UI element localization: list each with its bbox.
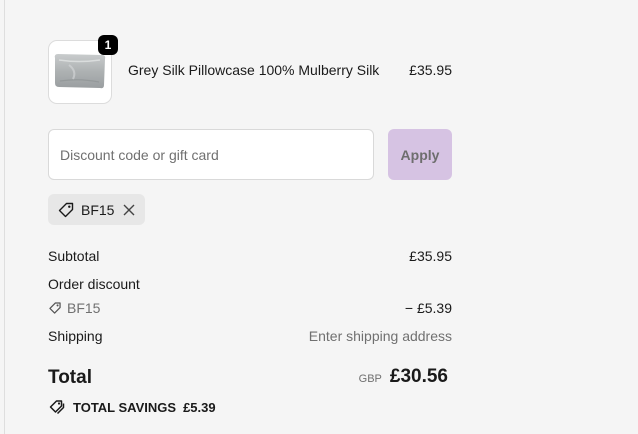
discount-code-input[interactable] (48, 129, 374, 180)
tags-icon (49, 400, 65, 415)
discount-amount: − £5.39 (404, 300, 452, 316)
total-label: Total (48, 367, 92, 388)
order-summary-panel: 1 Grey Silk Pillowcase 100% Mulberry Sil… (4, 0, 638, 434)
applied-discount-chip: BF15 (48, 194, 145, 225)
product-price: £35.95 (409, 62, 452, 78)
subtotal-label: Subtotal (48, 248, 100, 264)
shipping-label: Shipping (48, 328, 103, 344)
subtotal-value: £35.95 (409, 248, 452, 264)
close-icon (123, 204, 135, 215)
quantity-badge: 1 (98, 35, 118, 55)
total-amount: £30.56 (389, 366, 448, 387)
currency-code: GBP (358, 373, 382, 385)
total-savings: TOTAL SAVINGS £5.39 (48, 398, 216, 416)
shipping-value: Enter shipping address (308, 328, 452, 344)
applied-discount-code: BF15 (81, 201, 115, 218)
tag-icon (49, 302, 61, 314)
product-name: Grey Silk Pillowcase 100% Mulberry Silk (128, 62, 380, 78)
tag-icon (58, 202, 74, 217)
discount-code-label: BF15 (67, 300, 101, 316)
order-discount-label: Order discount (48, 276, 140, 292)
remove-discount-button[interactable] (122, 203, 136, 217)
total-savings-value: £5.39 (183, 399, 216, 415)
discount-row: Apply (48, 129, 452, 180)
total-amount-group: GBP £30.56 (359, 366, 448, 388)
total-savings-label: TOTAL SAVINGS (73, 399, 177, 415)
apply-button[interactable]: Apply (388, 129, 452, 180)
cart-line-item: 1 Grey Silk Pillowcase 100% Mulberry Sil… (48, 35, 452, 104)
